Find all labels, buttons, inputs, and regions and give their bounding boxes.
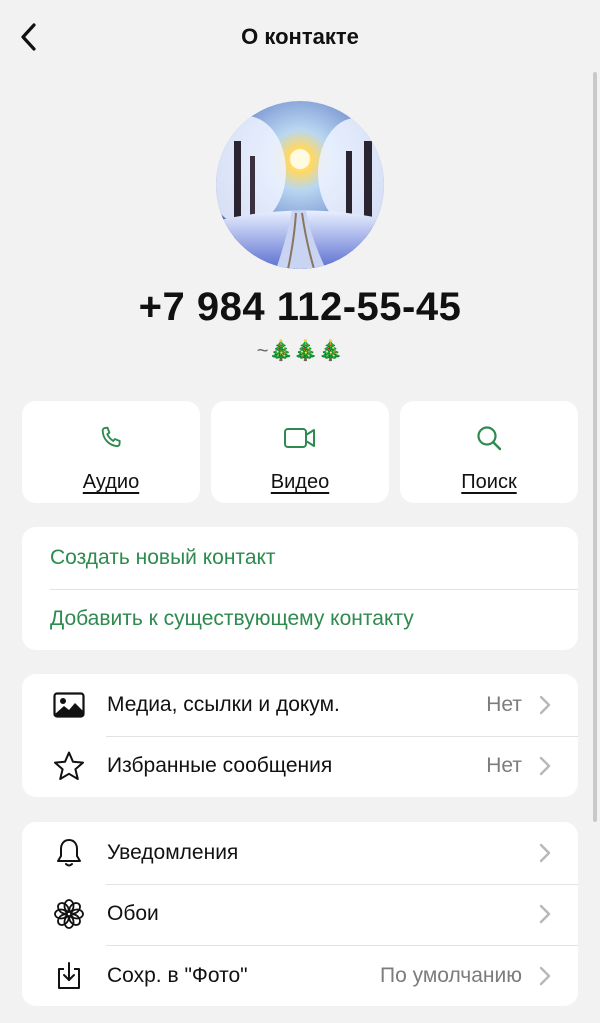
media-links-docs-label: Медиа, ссылки и докум.	[107, 692, 340, 716]
notifications-label: Уведомления	[107, 840, 239, 864]
scrollbar[interactable]	[593, 72, 597, 822]
media-links-docs-value: Нет	[486, 692, 522, 716]
video-label: Видео	[270, 471, 330, 493]
audio-label: Аудио	[82, 471, 140, 493]
star-icon	[52, 749, 86, 783]
header-bar: О контакте	[0, 0, 600, 72]
add-to-existing-contact-row[interactable]: Добавить к существующему контакту	[22, 588, 578, 651]
contact-phone-number: +7 984 112-55-45	[138, 285, 462, 329]
settings-card: Уведомления Обои Сохр. в "Фото" По умолч…	[22, 822, 578, 1006]
image-icon	[52, 688, 86, 722]
chevron-right-icon	[539, 843, 551, 862]
starred-messages-label: Избранные сообщения	[107, 754, 333, 778]
create-contact-row[interactable]: Создать новый контакт	[22, 527, 578, 589]
chevron-right-icon	[539, 757, 551, 776]
audio-call-button[interactable]: Аудио	[22, 401, 200, 503]
search-button[interactable]: Поиск	[400, 401, 578, 503]
create-contact-link[interactable]: Создать новый контакт	[22, 546, 276, 570]
contact-about-status: ~🎄🎄🎄	[256, 340, 344, 362]
contact-options-card: Создать новый контакт Добавить к существ…	[22, 527, 578, 650]
media-card: Медиа, ссылки и докум. Нет Избранные соо…	[22, 674, 578, 797]
chevron-right-icon	[539, 905, 551, 924]
notifications-row[interactable]: Уведомления	[22, 822, 578, 884]
chevron-right-icon	[539, 966, 551, 985]
download-icon	[52, 959, 86, 993]
save-to-photos-value: По умолчанию	[379, 963, 522, 987]
chevron-right-icon	[539, 695, 551, 714]
save-to-photos-label: Сохр. в "Фото"	[107, 963, 248, 987]
bell-icon	[52, 836, 86, 870]
quick-actions: Аудио Видео Поиск	[22, 401, 578, 503]
video-call-button[interactable]: Видео	[211, 401, 389, 503]
search-label: Поиск	[461, 471, 517, 493]
starred-messages-value: Нет	[486, 754, 522, 778]
starred-messages-row[interactable]: Избранные сообщения Нет	[22, 735, 578, 798]
phone-icon	[101, 426, 121, 448]
media-links-docs-row[interactable]: Медиа, ссылки и докум. Нет	[22, 674, 578, 736]
save-to-photos-row[interactable]: Сохр. в "Фото" По умолчанию	[22, 945, 578, 1006]
wallpaper-label: Обои	[107, 902, 159, 926]
avatar[interactable]	[216, 101, 384, 269]
wallpaper-icon	[52, 897, 86, 931]
search-icon	[477, 426, 502, 451]
video-icon	[284, 428, 315, 448]
wallpaper-row[interactable]: Обои	[22, 883, 578, 946]
add-to-existing-contact-link[interactable]: Добавить к существующему контакту	[22, 607, 414, 631]
page-title: О контакте	[241, 24, 359, 49]
